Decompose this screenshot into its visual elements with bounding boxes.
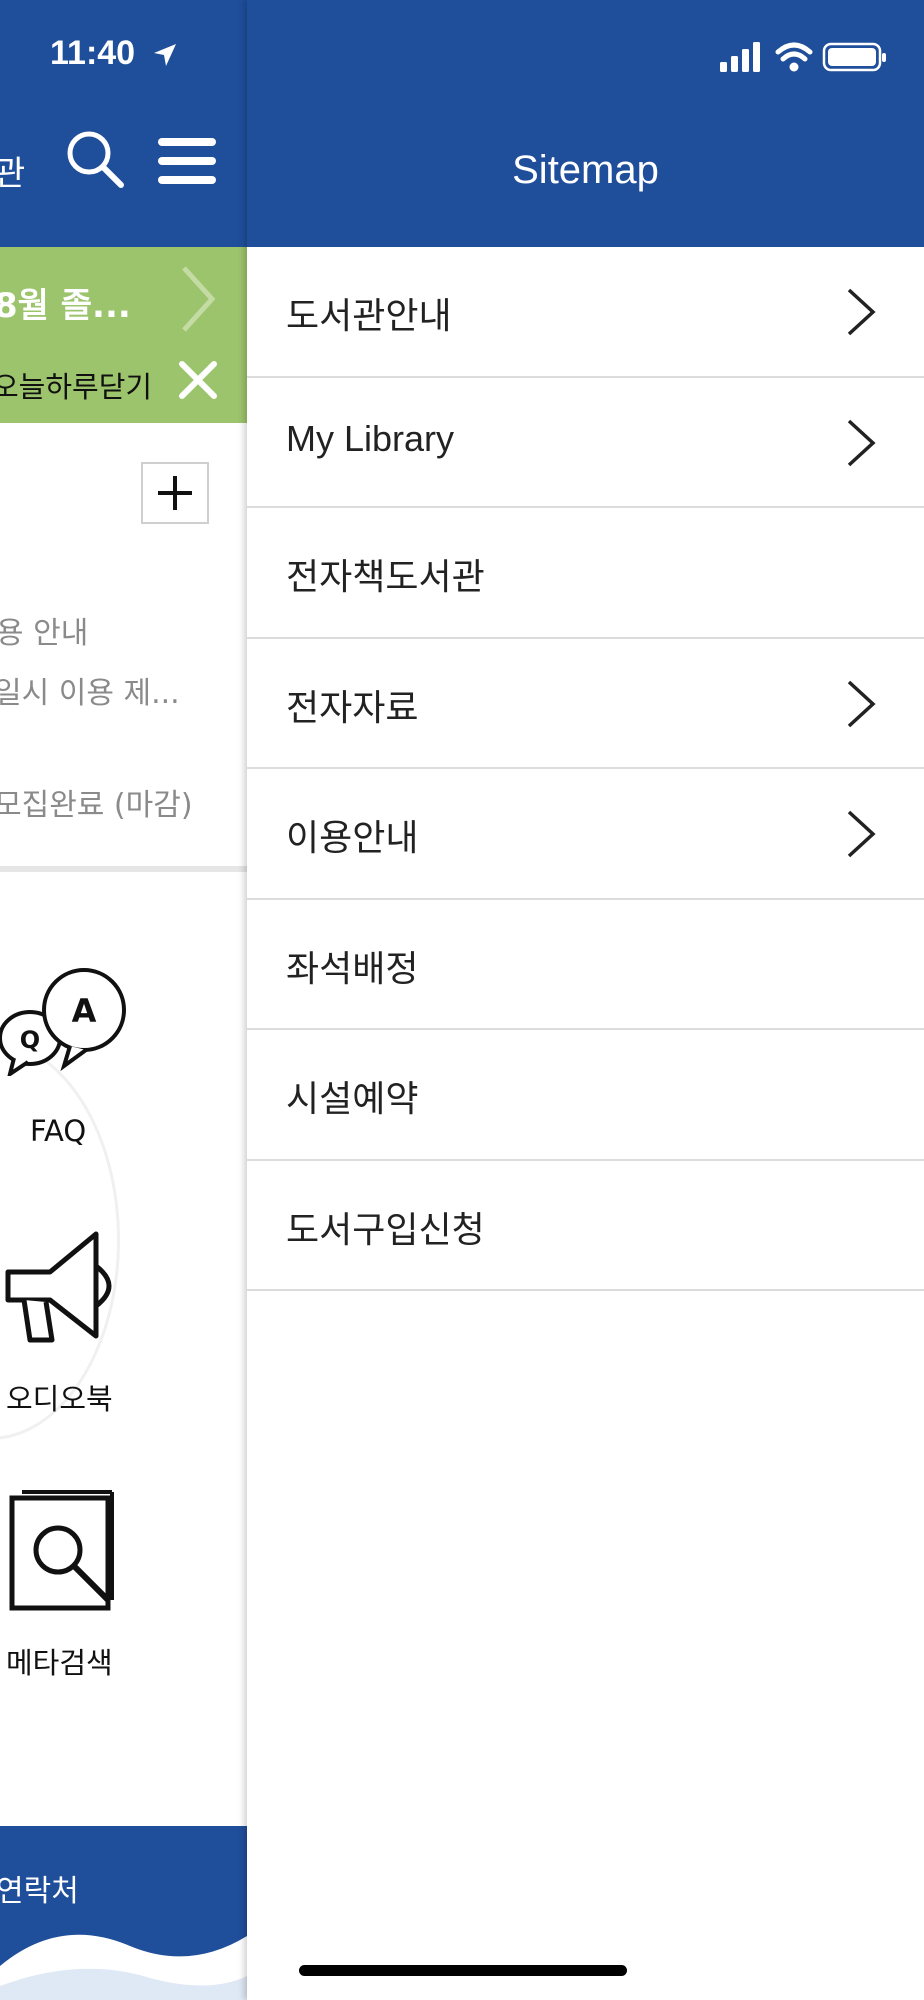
search-icon[interactable] [64, 128, 126, 194]
menu-item-library-info[interactable]: 도서관안내 [247, 247, 924, 378]
chevron-right-icon [846, 809, 876, 863]
menu-item-label: 도서관안내 [286, 296, 452, 337]
battery-icon [822, 42, 886, 72]
menu-item-label: 전자자료 [286, 687, 419, 729]
menu-item-label: My Library [286, 417, 455, 459]
menu-item-label: 이용안내 [286, 818, 419, 859]
menu-item-label: 좌석배정 [286, 948, 419, 990]
menu-item-seat-assignment[interactable]: 좌석배정 [247, 900, 924, 1030]
close-today-button[interactable]: 오늘하루닫기 [0, 364, 152, 406]
menu-item-facility-reservation[interactable]: 시설예약 [247, 1030, 924, 1161]
menu-item-my-library[interactable]: My Library [247, 378, 924, 508]
quick-link-label[interactable]: FAQ [30, 1114, 86, 1148]
home-indicator[interactable] [299, 1965, 627, 1976]
wifi-icon [775, 42, 813, 72]
background-app-panel: 11:40 관 8월 졸... 오늘하루닫기 용 안내 일시 이용 제... 모… [0, 0, 247, 2000]
book-search-icon[interactable] [8, 1488, 118, 1617]
chevron-right-icon [846, 418, 876, 472]
menu-item-book-purchase-request[interactable]: 도서구입신청 [247, 1161, 924, 1291]
banner-title[interactable]: 8월 졸... [0, 278, 131, 327]
menu-item-label: 전자책도서관 [286, 557, 485, 598]
section-divider [0, 866, 247, 872]
banner-next-icon[interactable] [178, 264, 218, 338]
location-arrow-icon [152, 42, 178, 72]
notice-item[interactable]: 일시 이용 제... [0, 668, 180, 712]
more-notices-button[interactable] [141, 462, 209, 524]
footer-wave-graphic [0, 1934, 247, 2000]
drawer-header: Sitemap [247, 0, 924, 247]
hamburger-menu-icon[interactable] [156, 136, 218, 190]
notice-item[interactable]: 용 안내 [0, 608, 88, 652]
menu-item-label: 도서구입신청 [286, 1209, 485, 1251]
chevron-right-icon [846, 679, 876, 733]
screen: 11:40 관 8월 졸... 오늘하루닫기 용 안내 일시 이용 제... 모… [0, 0, 924, 2000]
drawer-title: Sitemap [512, 148, 659, 192]
notice-item[interactable]: 모집완료 (마감) [0, 780, 193, 824]
status-icons [720, 40, 890, 78]
chevron-right-icon [846, 287, 876, 341]
faq-bubbles-icon[interactable]: Q A [0, 966, 130, 1080]
svg-text:Q: Q [20, 1026, 40, 1054]
sitemap-drawer: Sitemap 도서관안내 My Library 전자책도서관 전자자료 이용안… [247, 0, 924, 2000]
close-icon[interactable] [176, 358, 220, 406]
quick-link-label[interactable]: 메타검색 [6, 1640, 113, 1682]
menu-item-ebook-library[interactable]: 전자책도서관 [247, 508, 924, 639]
footer-contact-label[interactable]: 연락처 [0, 1866, 79, 1910]
menu-item-label: 시설예약 [286, 1079, 419, 1120]
menu-item-electronic-resources[interactable]: 전자자료 [247, 639, 924, 769]
cellular-signal-icon [720, 42, 760, 72]
svg-text:A: A [72, 992, 97, 1030]
megaphone-icon[interactable] [0, 1228, 130, 1352]
app-title: 관 [0, 154, 26, 194]
app-footer: 연락처 [0, 1826, 247, 2000]
status-time: 11:40 [50, 34, 136, 72]
quick-link-label[interactable]: 오디오북 [6, 1376, 113, 1418]
menu-item-usage-guide[interactable]: 이용안내 [247, 769, 924, 900]
sitemap-menu: 도서관안내 My Library 전자책도서관 전자자료 이용안내 좌석배정 시… [247, 247, 924, 1291]
